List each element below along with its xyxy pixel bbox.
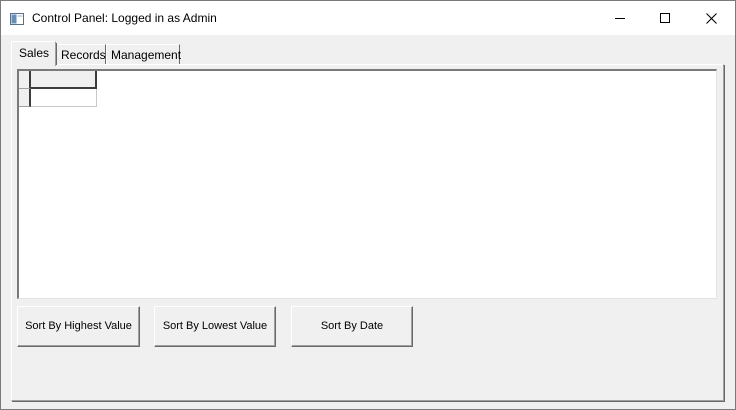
grid-column-header[interactable] xyxy=(31,71,97,89)
tab-management[interactable]: Management xyxy=(106,44,182,64)
sort-by-lowest-value-button[interactable]: Sort By Lowest Value xyxy=(154,306,276,347)
grid-row-header[interactable] xyxy=(19,89,31,107)
window-title: Control Panel: Logged in as Admin xyxy=(32,11,217,25)
minimize-icon xyxy=(615,13,625,23)
maximize-button[interactable] xyxy=(642,1,688,35)
tab-sales[interactable]: Sales xyxy=(11,41,57,66)
title-bar[interactable]: Control Panel: Logged in as Admin xyxy=(1,1,735,35)
maximize-icon xyxy=(660,13,670,23)
tab-records-label: Records xyxy=(61,48,106,62)
main-window: Control Panel: Logged in as Admin Sales … xyxy=(0,0,736,410)
tab-management-label: Management xyxy=(111,48,182,62)
window-app-icon xyxy=(10,12,24,25)
sort-by-date-button[interactable]: Sort By Date xyxy=(291,306,413,347)
minimize-button[interactable] xyxy=(597,1,643,35)
sales-data-grid[interactable] xyxy=(17,69,717,299)
grid-cell[interactable] xyxy=(31,89,97,107)
sort-by-highest-value-button[interactable]: Sort By Highest Value xyxy=(17,306,140,347)
tab-records[interactable]: Records xyxy=(56,44,106,64)
close-icon xyxy=(705,12,717,24)
grid-select-all-corner[interactable] xyxy=(19,71,31,89)
close-button[interactable] xyxy=(688,1,734,35)
tab-sales-label: Sales xyxy=(19,46,50,60)
